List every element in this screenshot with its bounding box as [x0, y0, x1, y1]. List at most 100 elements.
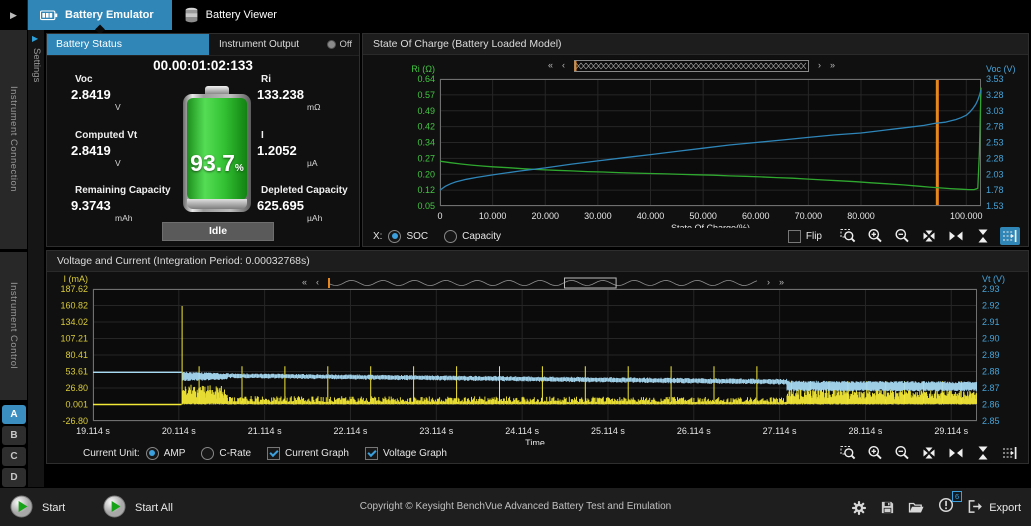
svg-text:3.28: 3.28: [986, 90, 1004, 100]
battery-cap: [205, 86, 229, 94]
radio-icon[interactable]: [388, 230, 401, 243]
svg-text:0.001: 0.001: [65, 400, 88, 410]
svg-text:22.114 s: 22.114 s: [334, 426, 368, 436]
svg-text:-26.80: -26.80: [62, 416, 88, 426]
settings-tab[interactable]: ▶ Settings: [28, 30, 44, 487]
cursor-track-icon[interactable]: [1000, 444, 1020, 462]
radio-icon[interactable]: [201, 447, 214, 460]
radio-icon[interactable]: [146, 447, 159, 460]
scroll-far-right-button[interactable]: »: [830, 58, 835, 72]
fit-vertical-icon[interactable]: [973, 444, 993, 462]
zoom-in-icon[interactable]: [865, 227, 885, 245]
svg-text:60.000: 60.000: [742, 211, 770, 221]
scroll-far-left-button[interactable]: «: [548, 58, 553, 72]
voltage-graph-checkbox[interactable]: Voltage Graph: [365, 447, 447, 460]
svg-text:Ri (Ω): Ri (Ω): [411, 64, 435, 74]
svg-text:Voc (V): Voc (V): [986, 64, 1016, 74]
zoom-region-icon[interactable]: [838, 227, 858, 245]
channel-tab-d[interactable]: D: [2, 468, 26, 487]
svg-text:80.41: 80.41: [65, 350, 88, 360]
radio-capacity[interactable]: Capacity: [444, 230, 501, 243]
footer-bar: Start Start All Copyright © Keysight Ben…: [0, 487, 1031, 526]
svg-text:2.89: 2.89: [982, 350, 1000, 360]
scroll-left-button[interactable]: ‹: [562, 58, 565, 72]
svg-text:1.78: 1.78: [986, 185, 1004, 195]
soc-chart[interactable]: Ri (Ω)Voc (V)0.643.530.573.280.493.030.4…: [363, 54, 1028, 228]
status-badge: Idle: [162, 222, 274, 241]
panel-expander-button[interactable]: ▶: [0, 0, 28, 30]
instrument-output-toggle[interactable]: Off: [327, 34, 353, 55]
radio-soc[interactable]: SOC: [388, 230, 428, 243]
svg-text:2.85: 2.85: [982, 416, 1000, 426]
current-unit-label: Current Unit:: [83, 448, 140, 459]
svg-text:0: 0: [437, 211, 442, 221]
checkbox-icon[interactable]: [365, 447, 378, 460]
fit-horizontal-icon[interactable]: [946, 444, 966, 462]
battery-charge-graphic: 93.7%: [183, 86, 251, 212]
svg-text:I (mA): I (mA): [64, 274, 89, 284]
flip-checkbox[interactable]: Flip: [788, 230, 822, 243]
radio-amp[interactable]: AMP: [146, 447, 186, 460]
svg-text:2.90: 2.90: [982, 334, 1000, 344]
radio-icon[interactable]: [444, 230, 457, 243]
export-button[interactable]: Export: [967, 499, 1021, 517]
checkbox-icon[interactable]: [788, 230, 801, 243]
svg-text:1.53: 1.53: [986, 201, 1004, 211]
notifications-icon[interactable]: 6: [938, 497, 954, 518]
scroll-far-right-button[interactable]: »: [779, 275, 784, 289]
open-folder-icon[interactable]: [908, 500, 925, 515]
settings-gear-icon[interactable]: [851, 500, 867, 516]
battery-status-title-button[interactable]: Battery Status: [47, 34, 209, 55]
cursor-track-icon[interactable]: [1000, 227, 1020, 245]
tab-battery-viewer[interactable]: Battery Viewer: [172, 0, 295, 30]
fit-screen-icon[interactable]: [919, 227, 939, 245]
svg-text:0.57: 0.57: [417, 90, 435, 100]
caret-right-icon: ▶: [32, 34, 38, 43]
output-lamp-icon: [327, 40, 336, 49]
battery-fill: [187, 98, 247, 200]
settings-tab-label: Settings: [31, 48, 42, 82]
zoom-region-icon[interactable]: [838, 444, 858, 462]
voltage-current-panel: Voltage and Current (Integration Period:…: [46, 250, 1029, 464]
svg-text:29.114 s: 29.114 s: [934, 426, 968, 436]
scroll-track[interactable]: [328, 276, 758, 288]
svg-text:20.000: 20.000: [531, 211, 559, 221]
svg-text:40.000: 40.000: [637, 211, 665, 221]
zoom-out-icon[interactable]: [892, 227, 912, 245]
svg-text:0.34: 0.34: [417, 138, 435, 148]
svg-text:2.03: 2.03: [986, 169, 1004, 179]
scroll-far-left-button[interactable]: «: [302, 275, 307, 289]
channel-tab-c[interactable]: C: [2, 447, 26, 466]
fit-horizontal-icon[interactable]: [946, 227, 966, 245]
radio-c-rate[interactable]: C-Rate: [201, 447, 251, 460]
current-graph-checkbox[interactable]: Current Graph: [267, 447, 349, 460]
checkbox-icon[interactable]: [267, 447, 280, 460]
save-icon[interactable]: [880, 500, 895, 515]
sidebar-item-instrument-control[interactable]: Instrument Control: [0, 252, 27, 400]
svg-text:2.53: 2.53: [986, 138, 1004, 148]
svg-text:187.62: 187.62: [60, 284, 88, 294]
tab-battery-emulator[interactable]: Battery Emulator: [28, 0, 172, 30]
vi-chart[interactable]: I (mA)Vt (V)187.622.93160.822.92134.022.…: [47, 271, 1028, 445]
svg-text:3.03: 3.03: [986, 106, 1004, 116]
svg-text:100.000: 100.000: [950, 211, 983, 221]
instrument-output-label: Instrument Output: [219, 34, 299, 55]
scroll-track[interactable]: [574, 59, 809, 71]
sidebar-item-instrument-connection[interactable]: Instrument Connection: [0, 30, 27, 249]
svg-text:0.05: 0.05: [417, 201, 435, 211]
zoom-in-icon[interactable]: [865, 444, 885, 462]
svg-text:19.114 s: 19.114 s: [76, 426, 110, 436]
channel-tab-b[interactable]: B: [2, 426, 26, 445]
fit-screen-icon[interactable]: [919, 444, 939, 462]
zoom-out-icon[interactable]: [892, 444, 912, 462]
scroll-left-button[interactable]: ‹: [316, 275, 319, 289]
vi-scrollbar: « ‹ › »: [302, 275, 842, 289]
channel-tab-a[interactable]: A: [2, 405, 26, 424]
soc-chart-toolbar: [838, 227, 1020, 245]
svg-text:2.91: 2.91: [982, 317, 1000, 327]
svg-text:0.27: 0.27: [417, 153, 435, 163]
scroll-right-button[interactable]: ›: [767, 275, 770, 289]
scroll-right-button[interactable]: ›: [818, 58, 821, 72]
svg-text:50.000: 50.000: [689, 211, 717, 221]
fit-vertical-icon[interactable]: [973, 227, 993, 245]
